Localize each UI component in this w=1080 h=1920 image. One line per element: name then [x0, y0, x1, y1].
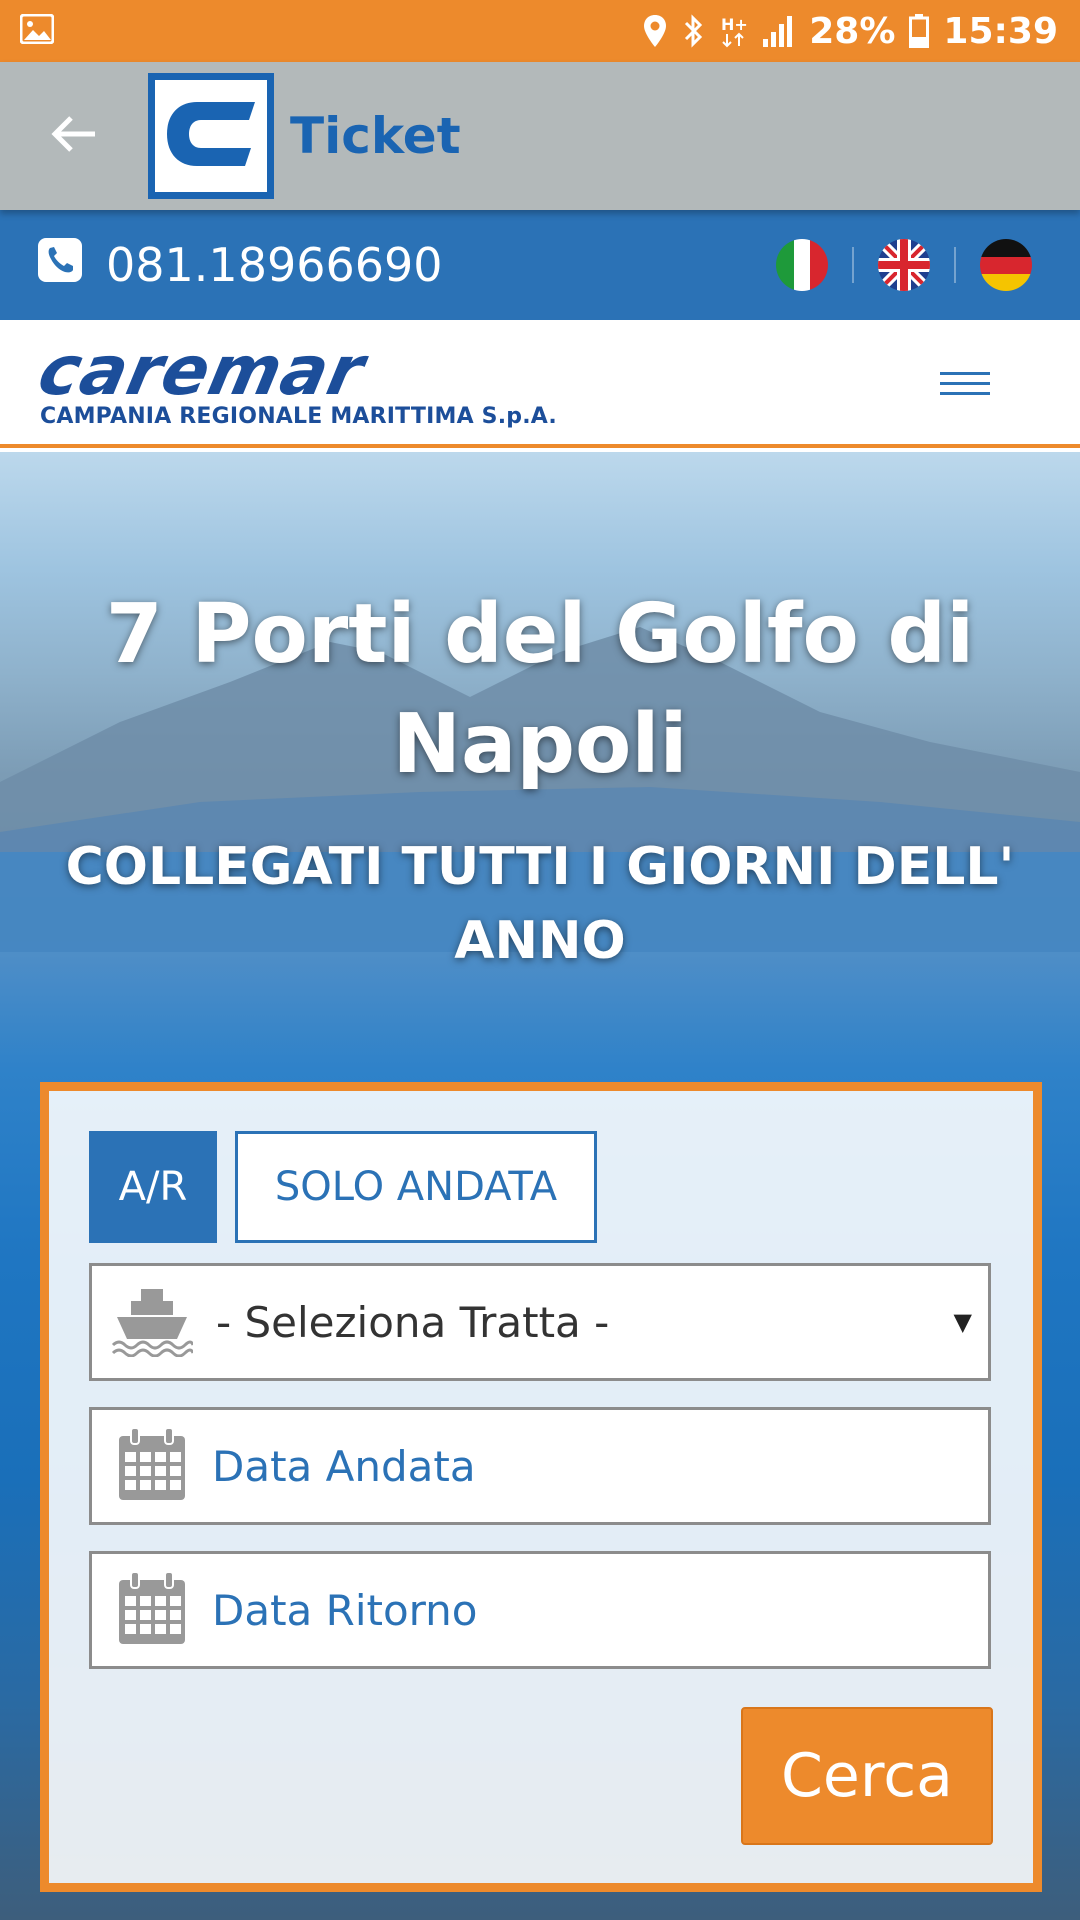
back-button[interactable]: [0, 62, 148, 210]
departure-date-field[interactable]: [89, 1407, 991, 1525]
departure-date-input[interactable]: [212, 1410, 972, 1522]
dropdown-arrow-icon: ▼: [953, 1308, 972, 1336]
flag-uk-icon[interactable]: [878, 239, 930, 291]
ship-icon: [111, 1283, 195, 1361]
calendar-icon: [117, 1570, 187, 1650]
hero-subtitle: COLLEGATI TUTTI I GIORNI DELL' ANNO: [65, 837, 1015, 971]
battery-percent: 28%: [809, 10, 896, 52]
calendar-icon: [117, 1426, 187, 1506]
divider: [852, 247, 854, 283]
flag-germany-icon[interactable]: [980, 239, 1032, 291]
hamburger-menu-icon[interactable]: [940, 372, 990, 400]
app-title: Ticket: [290, 107, 461, 165]
signal-icon: [761, 15, 795, 47]
app-logo: [148, 73, 274, 199]
return-date-input[interactable]: [212, 1554, 972, 1666]
hero-title: 7 Porti del Golfo di Napoli: [105, 587, 975, 792]
divider: [954, 247, 956, 283]
app-bar: Ticket: [0, 62, 1080, 210]
bluetooth-icon: [681, 14, 707, 48]
clock: 15:39: [943, 10, 1058, 52]
caremar-c-logo-icon: [163, 98, 259, 174]
arrow-left-icon: [51, 114, 97, 158]
trip-type-tabs: A/R SOLO ANDATA: [89, 1131, 597, 1243]
caremar-logo[interactable]: caremar CAMPANIA REGIONALE MARITTIMA S.p…: [32, 332, 557, 429]
location-icon: [643, 14, 667, 48]
booking-form: A/R SOLO ANDATA - Seleziona Tratta - ▼ D…: [40, 1082, 1042, 1892]
language-switcher: [776, 239, 1032, 291]
image-icon: [19, 13, 55, 48]
flag-italy-icon[interactable]: [776, 239, 828, 291]
contact-bar: 081.18966690: [0, 210, 1080, 320]
route-select[interactable]: - Seleziona Tratta - ▼: [89, 1263, 991, 1381]
network-hplus-icon: H+: [721, 14, 747, 48]
brand-bar: caremar CAMPANIA REGIONALE MARITTIMA S.p…: [0, 320, 1080, 448]
battery-icon: [909, 14, 930, 48]
phone-number: 081.18966690: [106, 238, 443, 292]
return-date-field[interactable]: [89, 1551, 991, 1669]
tab-one-way[interactable]: SOLO ANDATA: [235, 1131, 597, 1243]
status-bar: H+ 28% 15:39: [0, 0, 1080, 62]
phone-icon: [38, 237, 82, 293]
phone-link[interactable]: 081.18966690: [38, 237, 443, 293]
brand-wordmark: caremar: [31, 332, 372, 411]
search-button[interactable]: Cerca: [741, 1707, 993, 1845]
svg-text:H+: H+: [721, 15, 747, 34]
tab-round-trip[interactable]: A/R: [89, 1131, 217, 1243]
route-select-value: - Seleziona Tratta -: [216, 1297, 610, 1347]
